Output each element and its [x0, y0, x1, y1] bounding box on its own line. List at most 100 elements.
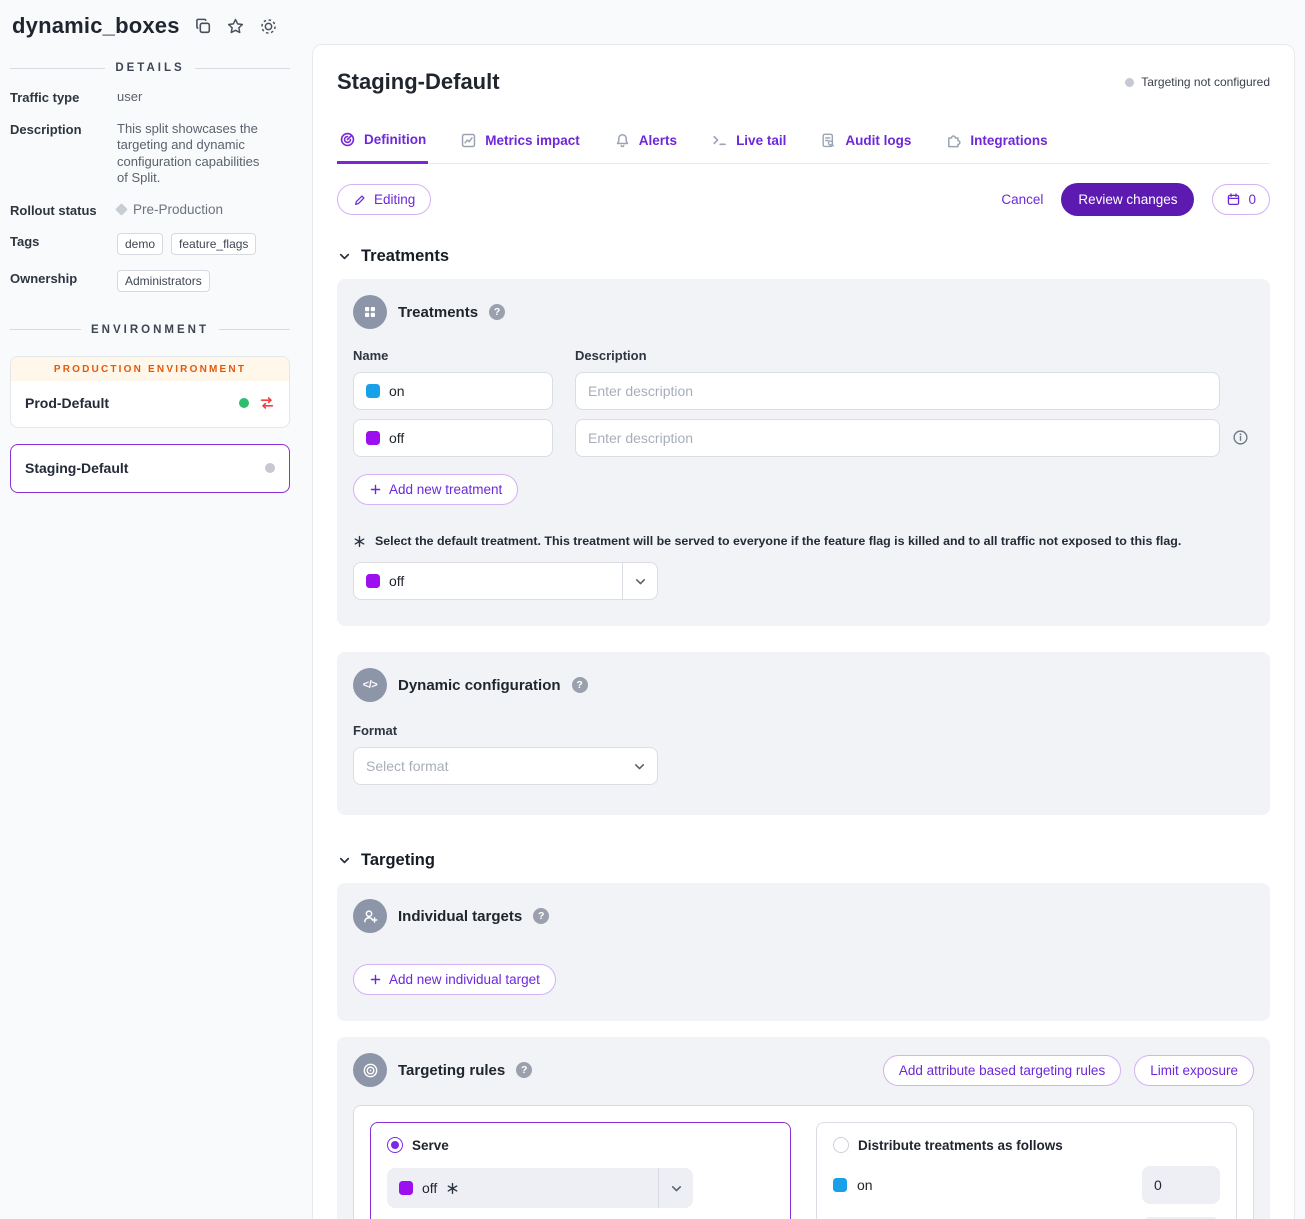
traffic-type-value: user: [117, 89, 142, 106]
help-icon[interactable]: [516, 1062, 532, 1078]
top-bar: dynamic_boxes: [0, 0, 1305, 44]
definition-icon: [339, 131, 356, 148]
chevron-down-icon: [622, 748, 657, 784]
review-changes-button[interactable]: Review changes: [1061, 183, 1194, 216]
details-heading: DETAILS: [10, 62, 290, 74]
limit-exposure-button[interactable]: Limit exposure: [1134, 1055, 1254, 1086]
plus-icon: [369, 483, 382, 496]
edit-toolbar: Editing Cancel Review changes 0: [337, 183, 1270, 216]
targeting-status-badge: Targeting not configured: [1125, 75, 1270, 89]
environment-heading: ENVIRONMENT: [10, 324, 290, 336]
tab-definition[interactable]: Definition: [337, 129, 428, 164]
distribute-radio-row[interactable]: Distribute treatments as follows: [833, 1137, 1220, 1153]
live-tail-terminal-icon: [711, 132, 728, 149]
traffic-type-row: Traffic type user: [10, 89, 290, 106]
copy-icon[interactable]: [194, 17, 212, 35]
treatment-color-swatch-blue: [833, 1178, 847, 1192]
flag-title: dynamic_boxes: [12, 13, 180, 39]
targeting-section-header[interactable]: Targeting: [337, 851, 1270, 870]
tab-live-tail[interactable]: Live tail: [709, 129, 788, 163]
tab-alerts[interactable]: Alerts: [612, 129, 679, 163]
default-treatment-select[interactable]: off: [353, 562, 658, 600]
tab-bar: Definition Metrics impact Alerts: [337, 129, 1270, 164]
name-column-label: Name: [353, 348, 553, 363]
rule-editor: Serve off: [353, 1105, 1254, 1219]
help-icon[interactable]: [533, 908, 549, 924]
serve-treatment-select[interactable]: off: [387, 1168, 693, 1208]
radio-selected-icon[interactable]: [387, 1137, 403, 1153]
gear-icon[interactable]: [259, 17, 278, 36]
tab-integrations[interactable]: Integrations: [943, 129, 1049, 163]
pencil-icon: [353, 193, 367, 207]
target-icon: [353, 1053, 387, 1087]
info-icon[interactable]: [1232, 429, 1249, 446]
environment-definition-panel: Staging-Default Targeting not configured…: [312, 44, 1295, 1219]
add-user-icon: [353, 899, 387, 933]
calendar-icon: [1226, 192, 1241, 207]
star-icon[interactable]: [226, 17, 245, 36]
targeting-rules-card: Targeting rules Add attribute based targ…: [337, 1037, 1270, 1219]
chevron-down-icon: [337, 249, 352, 264]
env-name-prod: Prod-Default: [25, 395, 109, 411]
treatment-row-off: off: [353, 419, 1254, 457]
radio-unselected-icon[interactable]: [833, 1137, 849, 1153]
treatment-row-on: on: [353, 372, 1254, 410]
treatment-color-swatch-purple: [399, 1181, 413, 1195]
metrics-impact-icon: [460, 132, 477, 149]
status-dot-icon: [1125, 78, 1134, 87]
format-select[interactable]: Select format: [353, 747, 658, 785]
default-treatment-note: Select the default treatment. This treat…: [353, 534, 1254, 548]
description-value: This split showcases the targeting and d…: [117, 121, 267, 187]
tab-audit-logs[interactable]: Audit logs: [818, 129, 913, 163]
treatments-card: Treatments Name Description on: [337, 279, 1270, 626]
tag-chip[interactable]: feature_flags: [171, 233, 256, 255]
distribute-panel[interactable]: Distribute treatments as follows on: [816, 1122, 1237, 1219]
chevron-down-icon: [622, 563, 657, 599]
individual-targets-card: Individual targets Add new individual ta…: [337, 883, 1270, 1021]
serve-panel[interactable]: Serve off: [370, 1122, 791, 1219]
ownership-row: Ownership Administrators: [10, 270, 290, 292]
treatment-name-input-off[interactable]: off: [353, 419, 553, 457]
default-asterisk-icon: [353, 535, 366, 548]
env-status-dot-gray: [265, 463, 275, 473]
tab-metrics-impact[interactable]: Metrics impact: [458, 129, 582, 163]
chevron-down-icon: [658, 1168, 693, 1208]
rollout-diamond-icon: [115, 203, 128, 216]
description-column-label: Description: [575, 348, 647, 363]
tags-row: Tags demo feature_flags: [10, 233, 290, 255]
add-new-treatment-button[interactable]: Add new treatment: [353, 474, 518, 505]
help-icon[interactable]: [489, 304, 505, 320]
code-icon: [353, 668, 387, 702]
audit-logs-icon: [820, 132, 837, 149]
treatment-description-input[interactable]: [575, 419, 1220, 457]
production-environment-banner: PRODUCTION ENVIRONMENT: [11, 357, 289, 381]
swap-arrows-icon[interactable]: [259, 395, 275, 411]
format-label: Format: [353, 723, 1254, 738]
page-title: Staging-Default: [337, 69, 500, 95]
add-new-individual-target-button[interactable]: Add new individual target: [353, 964, 556, 995]
page: dynamic_boxes DETAILS Traffic type user …: [0, 0, 1305, 1219]
env-card-staging[interactable]: Staging-Default: [10, 444, 290, 493]
editing-button[interactable]: Editing: [337, 184, 431, 215]
rollout-status-value: Pre-Production: [133, 202, 223, 217]
plus-icon: [369, 973, 382, 986]
default-asterisk-icon: [446, 1182, 459, 1195]
help-icon[interactable]: [572, 677, 588, 693]
env-name-staging: Staging-Default: [25, 460, 128, 476]
add-attribute-rules-button[interactable]: Add attribute based targeting rules: [883, 1055, 1121, 1086]
env-card-prod[interactable]: PRODUCTION ENVIRONMENT Prod-Default: [10, 356, 290, 428]
scheduled-changes-button[interactable]: 0: [1212, 184, 1270, 215]
integrations-puzzle-icon: [945, 132, 962, 149]
tag-chip[interactable]: demo: [117, 233, 163, 255]
treatment-description-input[interactable]: [575, 372, 1220, 410]
cancel-button[interactable]: Cancel: [1001, 192, 1043, 207]
env-status-dot-green: [239, 398, 249, 408]
treatment-name-input-on[interactable]: on: [353, 372, 553, 410]
distribute-percent-input-on[interactable]: [1142, 1166, 1220, 1204]
serve-radio-row[interactable]: Serve: [387, 1137, 774, 1153]
treatments-section-header[interactable]: Treatments: [337, 247, 1270, 266]
treatment-color-swatch-purple: [366, 574, 380, 588]
sidebar: DETAILS Traffic type user Description Th…: [0, 44, 312, 493]
owner-chip[interactable]: Administrators: [117, 270, 210, 292]
treatments-grid-icon: [353, 295, 387, 329]
